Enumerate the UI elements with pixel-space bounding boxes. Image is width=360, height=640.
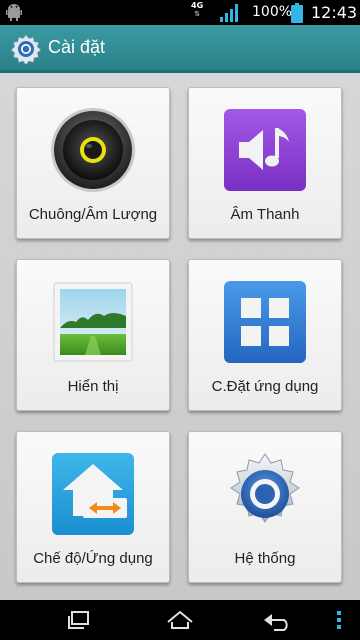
signal-strength-icon xyxy=(220,4,240,26)
action-bar: Cài đặt xyxy=(0,25,360,73)
system-gear-icon xyxy=(221,450,309,538)
battery-percent: 100% xyxy=(252,4,293,20)
tile-sound[interactable]: Âm Thanh xyxy=(188,87,342,239)
tile-label: C.Đặt ứng dụng xyxy=(211,378,319,395)
navigation-bar xyxy=(0,600,360,640)
page-title: Cài đặt xyxy=(48,37,106,57)
clock: 12:43 xyxy=(311,3,358,22)
tile-ringer-volume[interactable]: Chuông/Âm Lượng xyxy=(16,87,170,239)
apps-grid-icon xyxy=(221,278,309,366)
tile-app-settings[interactable]: C.Đặt ứng dụng xyxy=(188,259,342,411)
menu-icon[interactable] xyxy=(334,608,344,636)
tile-display[interactable]: Hiển thị xyxy=(16,259,170,411)
speaker-icon xyxy=(49,106,137,194)
tile-system[interactable]: Hệ thống xyxy=(188,431,342,583)
recent-apps-icon[interactable] xyxy=(66,608,92,636)
network-type: 4G ⇅ xyxy=(191,1,204,19)
tile-label: Chế độ/Ứng dụng xyxy=(33,550,153,567)
home-switch-icon xyxy=(49,450,137,538)
tile-label: Âm Thanh xyxy=(230,206,300,223)
back-icon[interactable] xyxy=(262,608,294,636)
settings-gear-icon[interactable] xyxy=(10,34,42,68)
settings-grid: Chuông/Âm Lượng Âm Thanh Hiển thị C.Đặt … xyxy=(0,73,360,600)
display-picture-icon xyxy=(49,278,137,366)
tile-mode-apps[interactable]: Chế độ/Ứng dụng xyxy=(16,431,170,583)
battery-icon xyxy=(291,3,303,27)
tile-label: Hiển thị xyxy=(67,378,119,395)
android-debug-icon xyxy=(6,3,22,25)
home-icon[interactable] xyxy=(166,608,194,636)
sound-note-icon xyxy=(221,106,309,194)
tile-label: Chuông/Âm Lượng xyxy=(28,206,158,223)
status-bar: 4G ⇅ 100% 12:43 xyxy=(0,0,360,25)
tile-label: Hệ thống xyxy=(234,550,296,567)
